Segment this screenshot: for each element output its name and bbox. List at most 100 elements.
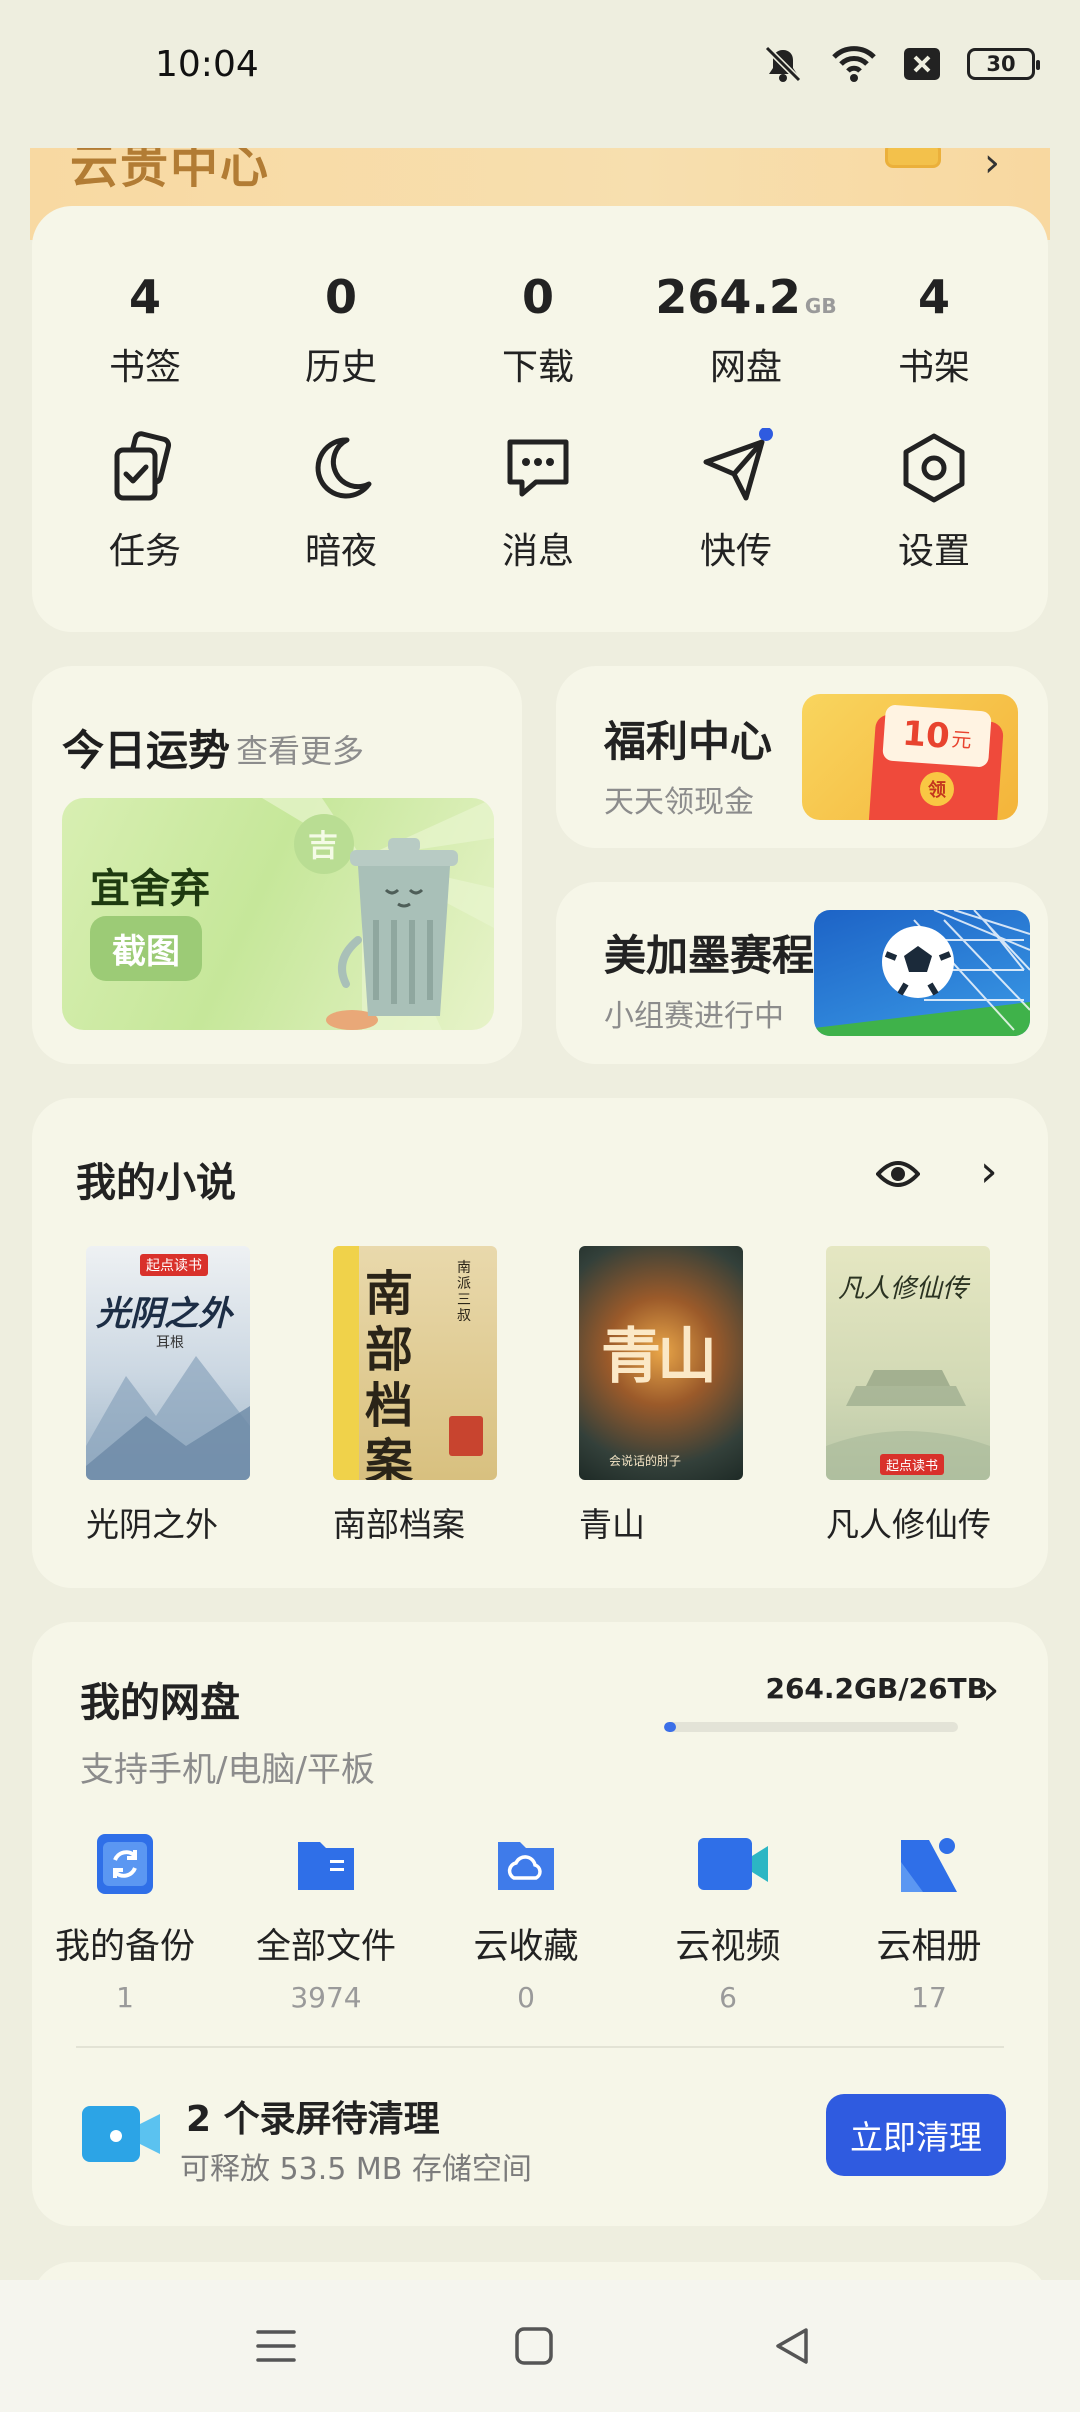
menu-icon[interactable]: [254, 2326, 298, 2366]
welfare-tag: 领: [920, 772, 954, 806]
book-cover-title: 南部档案: [365, 1266, 414, 1480]
tool-messages[interactable]: 消息: [448, 428, 628, 574]
back-icon[interactable]: [772, 2326, 812, 2366]
book-name: 青山: [579, 1505, 645, 1544]
fortune-illustration: 吉 宜舍弃 截图: [62, 798, 494, 1030]
eye-icon[interactable]: [876, 1152, 920, 1196]
tool-label: 快传: [699, 531, 772, 572]
stat-cloud-disk[interactable]: 264.2 GB 网盘: [646, 270, 846, 390]
task-icon: [114, 431, 172, 501]
tool-label: 任务: [108, 531, 181, 572]
stat-value: 264.2: [655, 270, 801, 324]
stat-history[interactable]: 0 历史: [251, 270, 431, 390]
disk-item-all-files[interactable]: 全部文件 3974: [226, 1832, 426, 2014]
disk-item-cloud-video[interactable]: 云视频 6: [628, 1832, 828, 2014]
soccer-ball-icon: [814, 910, 1030, 1036]
send-icon: [703, 427, 773, 501]
moon-icon: [315, 437, 372, 499]
palace-art: [826, 1370, 990, 1480]
stat-unit: GB: [804, 294, 837, 318]
fortune-more-link[interactable]: 查看更多: [236, 726, 364, 772]
system-nav-bar: [0, 2280, 1080, 2412]
book-item[interactable]: 凡人修仙传 起点读书 凡人修仙传: [826, 1246, 1026, 1546]
disk-item-count: 0: [517, 1981, 535, 2014]
book-cover: 南部档案 南派三叔: [333, 1246, 497, 1480]
disk-chevron-right-icon[interactable]: ›: [982, 1664, 1000, 1715]
stat-bookmarks[interactable]: 4 书签: [55, 270, 235, 390]
book-name: 光阴之外: [86, 1505, 218, 1544]
tool-label: 设置: [897, 531, 970, 572]
stat-value: 4: [128, 270, 161, 324]
disk-item-label: 云收藏: [473, 1927, 579, 1967]
book-publisher: 起点读书: [880, 1454, 945, 1475]
stat-value: 0: [324, 270, 357, 324]
stat-bookshelf[interactable]: 4 书架: [844, 270, 1024, 390]
battery-icon: 30: [967, 48, 1040, 80]
mute-icon: [764, 45, 802, 83]
sim-error-icon: [904, 48, 940, 80]
folder-icon: [298, 1842, 354, 1890]
disk-item-label: 全部文件: [255, 1927, 396, 1967]
tool-dark-mode[interactable]: 暗夜: [251, 428, 431, 574]
welfare-unit: 元: [950, 726, 973, 752]
book-item[interactable]: 南部档案 南派三叔 南部档案: [333, 1246, 533, 1546]
disk-item-backup[interactable]: 我的备份 1: [25, 1832, 225, 2014]
status-icons: 30: [761, 44, 1040, 84]
book-author: 会说话的肘子: [609, 1454, 682, 1468]
book-item[interactable]: 青山 会说话的肘子 青山: [579, 1246, 779, 1546]
worldcup-subtitle: 小组赛进行中: [604, 999, 784, 1034]
screen-record-icon: [82, 2106, 160, 2162]
novels-chevron-right-icon[interactable]: ›: [980, 1146, 998, 1197]
book-item[interactable]: 起点读书 光阴之外 耳根 光阴之外: [86, 1246, 286, 1546]
book-cover: 青山 会说话的肘子: [579, 1246, 743, 1480]
worldcup-title: 美加墨赛程: [604, 931, 815, 980]
stat-label: 历史: [304, 347, 377, 388]
book-author: 南派三叔: [457, 1260, 471, 1324]
stat-label: 网盘: [709, 347, 782, 388]
settings-icon: [903, 433, 965, 503]
vip-badge: [885, 148, 941, 168]
book-name: 凡人修仙传: [826, 1505, 991, 1544]
fortune-title: 今日运势: [62, 726, 231, 775]
cloud-folder-icon: [498, 1842, 554, 1890]
tool-settings[interactable]: 设置: [844, 428, 1024, 574]
disk-item-count: 3974: [290, 1981, 362, 2014]
tool-tasks[interactable]: 任务: [55, 428, 235, 574]
status-time: 10:04: [155, 44, 259, 85]
disk-item-cloud-album[interactable]: 云相册 17: [829, 1832, 1029, 2014]
disk-item-cloud-favorites[interactable]: 云收藏 0: [426, 1832, 626, 2014]
chevron-right-icon: ›: [984, 148, 1000, 186]
disk-subtitle: 支持手机/电脑/平板: [80, 1750, 375, 1790]
vip-title: 云贵中心: [70, 148, 271, 194]
book-cover-title: 青山: [601, 1322, 717, 1392]
clean-title: 2 个录屏待清理: [186, 2099, 440, 2140]
disk-item-count: 1: [116, 1981, 134, 2014]
backup-icon: [97, 1834, 153, 1894]
mountain-art: [86, 1356, 250, 1480]
book-cover: 起点读书 光阴之外 耳根: [86, 1246, 250, 1480]
message-icon: [507, 439, 569, 497]
tool-label: 暗夜: [304, 531, 377, 572]
disk-item-label: 云相册: [876, 1927, 982, 1967]
stat-label: 书架: [897, 347, 970, 388]
album-icon: [901, 1838, 957, 1892]
battery-level: 30: [986, 52, 1016, 76]
fortune-screenshot-button[interactable]: 截图: [90, 916, 202, 981]
divider: [76, 2046, 1004, 2048]
disk-section-title: 我的网盘: [80, 1680, 240, 1726]
disk-item-label: 云视频: [675, 1927, 781, 1967]
disk-item-count: 6: [719, 1981, 737, 2014]
clean-now-button[interactable]: 立即清理: [826, 2094, 1006, 2176]
disk-item-label: 我的备份: [54, 1927, 195, 1967]
book-name: 南部档案: [333, 1505, 465, 1544]
welfare-red-envelope: 10 元 领: [802, 694, 1018, 820]
soccer-illustration: [814, 910, 1030, 1036]
welfare-subtitle: 天天领现金: [604, 785, 754, 820]
novels-section-title: 我的小说: [76, 1160, 236, 1206]
welfare-amount: 10: [901, 713, 952, 757]
home-icon[interactable]: [514, 2326, 554, 2366]
stat-downloads[interactable]: 0 下载: [448, 270, 628, 390]
video-icon: [698, 1838, 768, 1890]
disk-usage-text: 264.2GB/26TB: [765, 1672, 988, 1705]
tool-quick-send[interactable]: 快传: [646, 427, 826, 574]
